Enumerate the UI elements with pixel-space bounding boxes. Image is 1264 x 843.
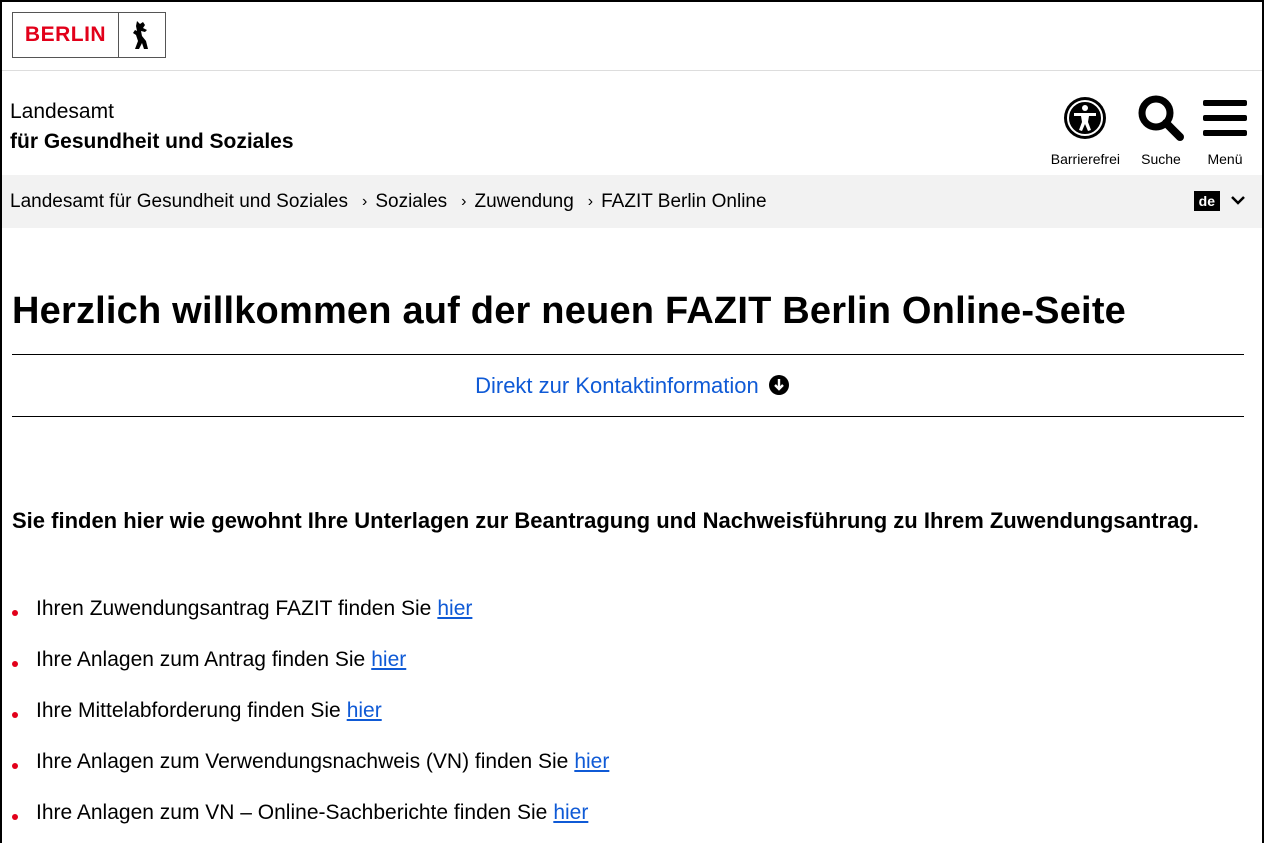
breadcrumb-item[interactable]: Soziales <box>375 191 447 213</box>
agency-name[interactable]: Landesamt für Gesundheit und Soziales <box>10 97 294 157</box>
menu-label: Menü <box>1207 151 1243 167</box>
bullet-icon <box>12 814 18 820</box>
arrow-down-circle-icon <box>768 375 789 395</box>
breadcrumb-item[interactable]: Landesamt für Gesundheit und Soziales <box>10 191 348 213</box>
breadcrumb-item-current[interactable]: FAZIT Berlin Online <box>601 191 766 213</box>
agency-header: Landesamt für Gesundheit und Soziales Ba… <box>2 71 1262 175</box>
search-icon <box>1136 89 1186 147</box>
breadcrumb: Landesamt für Gesundheit und Soziales › … <box>2 175 1262 228</box>
list-item-link[interactable]: hier <box>371 648 406 672</box>
page-frame: BERLIN Landesamt für Gesundheit und Sozi… <box>0 0 1264 843</box>
accessibility-icon <box>1062 89 1108 147</box>
list-item-text: Ihre Mittelabforderung finden Sie <box>36 699 341 722</box>
chevron-right-icon: › <box>587 192 594 210</box>
berlin-bear-icon <box>119 13 165 57</box>
page-title: Herzlich willkommen auf der neuen FAZIT … <box>12 290 1127 332</box>
accessibility-button[interactable]: Barrierefrei <box>1051 89 1120 167</box>
list-item: Ihre Anlagen zum VN – Online-Sachbericht… <box>12 801 609 843</box>
agency-name-line2: für Gesundheit und Soziales <box>10 130 294 153</box>
divider <box>12 354 1244 355</box>
list-item-text: Ihre Anlagen zum Verwendungsnachweis (VN… <box>36 750 569 773</box>
list-item-link[interactable]: hier <box>553 801 588 825</box>
list-item-link[interactable]: hier <box>574 750 609 774</box>
divider <box>12 416 1244 417</box>
chevron-right-icon: › <box>362 192 368 210</box>
agency-name-line1: Landesamt <box>10 100 114 123</box>
menu-icon <box>1202 89 1248 147</box>
search-label: Suche <box>1141 151 1181 167</box>
document-list: Ihren Zuwendungsantrag FAZIT finden Sie … <box>12 597 609 843</box>
bullet-icon <box>12 763 18 769</box>
list-item-text: Ihre Anlagen zum VN – Online-Sachbericht… <box>36 801 548 824</box>
list-item: Ihre Mittelabforderung finden Sie hier <box>12 699 609 750</box>
header-tools: Barrierefrei Suche Menü <box>1051 89 1248 167</box>
list-item-text: Ihren Zuwendungsantrag FAZIT finden Sie <box>36 597 432 620</box>
list-item-link[interactable]: hier <box>437 597 472 621</box>
intro-text: Sie finden hier wie gewohnt Ihre Unterla… <box>12 508 1199 533</box>
chevron-right-icon: › <box>461 192 467 210</box>
chevron-down-icon <box>1230 190 1246 212</box>
berlin-logo[interactable]: BERLIN <box>12 12 166 58</box>
contact-info-link[interactable]: Direkt zur Kontaktinformation <box>2 373 1262 399</box>
logo-text: BERLIN <box>13 13 119 57</box>
accessibility-label: Barrierefrei <box>1050 151 1120 167</box>
bullet-icon <box>12 610 18 616</box>
list-item: Ihre Anlagen zum Verwendungsnachweis (VN… <box>12 750 609 801</box>
search-button[interactable]: Suche <box>1136 89 1186 167</box>
language-selector[interactable]: de <box>1193 190 1246 212</box>
list-item-text: Ihre Anlagen zum Antrag finden Sie <box>36 648 366 671</box>
contact-info-label: Direkt zur Kontaktinformation <box>475 373 759 398</box>
list-item: Ihre Anlagen zum Antrag finden Sie hier <box>12 648 609 699</box>
breadcrumb-item[interactable]: Zuwendung <box>474 191 573 213</box>
bullet-icon <box>12 712 18 718</box>
logo-bar: BERLIN <box>2 2 1262 71</box>
list-item-link[interactable]: hier <box>347 699 382 723</box>
language-badge: de <box>1193 191 1220 211</box>
menu-button[interactable]: Menü <box>1202 89 1248 167</box>
list-item: Ihren Zuwendungsantrag FAZIT finden Sie … <box>12 597 609 648</box>
bullet-icon <box>12 661 18 667</box>
